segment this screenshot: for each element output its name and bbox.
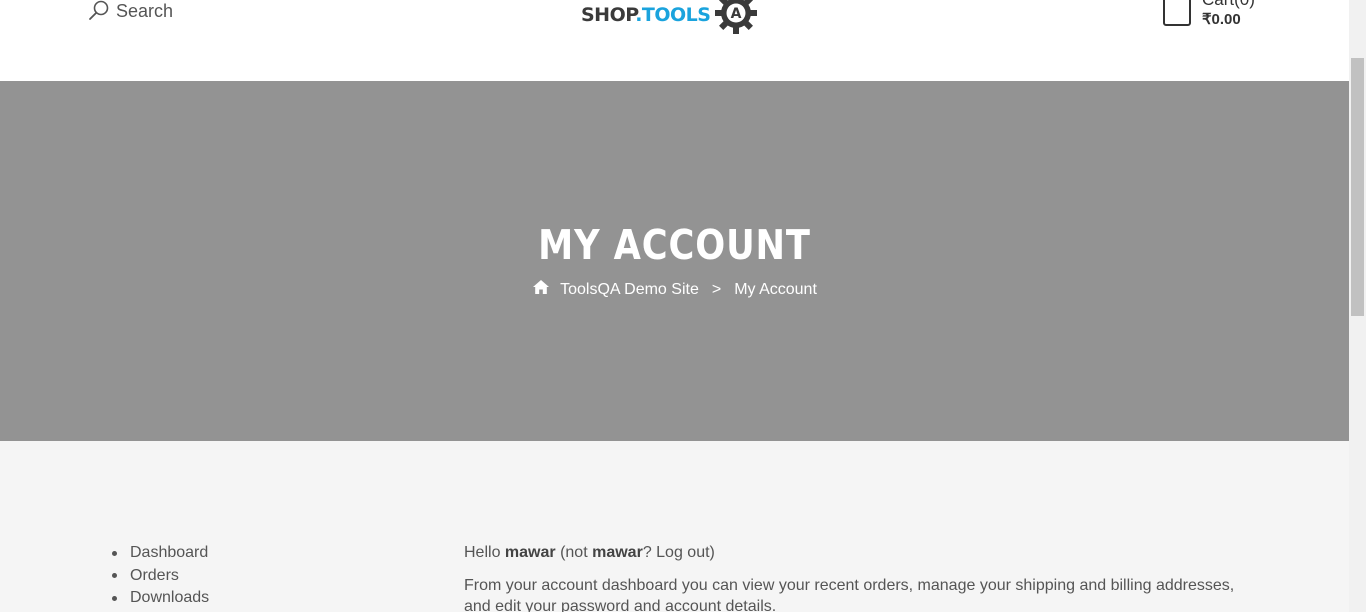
breadcrumb-home-link[interactable]: ToolsQA Demo Site	[560, 281, 699, 299]
account-nav-link[interactable]: Dashboard	[130, 542, 208, 565]
account-dashboard: Hello mawar (not mawar? Log out) From yo…	[464, 542, 1254, 612]
account-nav-item-downloads[interactable]: Downloads	[112, 587, 209, 610]
dashboard-intro: From your account dashboard you can view…	[464, 577, 1235, 612]
site-logo[interactable]: SHOP.TOOLS A	[581, 0, 758, 36]
vertical-scrollbar[interactable]	[1349, 0, 1366, 612]
home-icon[interactable]	[532, 279, 550, 300]
gear-logo-icon: A	[714, 0, 758, 40]
cart-count: Cart(0)	[1202, 0, 1255, 10]
username-repeat: mawar	[592, 544, 643, 561]
account-nav-link[interactable]: Downloads	[130, 587, 209, 610]
cart-total: ₹0.00	[1202, 11, 1241, 28]
breadcrumb-separator: >	[711, 280, 722, 298]
search-label: Search	[116, 0, 174, 21]
search-icon	[88, 0, 110, 22]
page-title: MY ACCOUNT	[538, 221, 811, 269]
site-header: Search SHOP.TOOLS A ₹0.00	[0, 0, 1349, 81]
page-banner: MY ACCOUNT ToolsQA Demo Site > My Accoun…	[0, 81, 1349, 441]
account-nav-item-dashboard[interactable]: Dashboard	[112, 542, 209, 565]
search-toggle[interactable]: Search	[88, 0, 173, 24]
account-nav-item-orders[interactable]: Orders	[112, 565, 209, 588]
greeting: Hello mawar (not mawar? Log out)	[464, 544, 715, 561]
cart-summary: Cart(0) ₹0.00	[1202, 0, 1255, 30]
logout-link[interactable]: ? Log out)	[643, 544, 715, 561]
svg-text:A: A	[731, 6, 742, 22]
cart-link[interactable]: Cart(0) ₹0.00	[1163, 0, 1255, 30]
breadcrumb: ToolsQA Demo Site > My Account	[0, 279, 1349, 300]
logo-text: SHOP.TOOLS	[581, 3, 711, 26]
username: mawar	[504, 544, 556, 561]
account-nav-link[interactable]: Orders	[130, 565, 179, 588]
account-navigation: Dashboard Orders Downloads	[112, 542, 209, 610]
breadcrumb-current: My Account	[734, 280, 817, 298]
account-content: Dashboard Orders Downloads Hello mawar (…	[0, 441, 1349, 612]
shopping-bag-icon	[1163, 0, 1191, 26]
scrollbar-thumb[interactable]	[1351, 58, 1364, 316]
